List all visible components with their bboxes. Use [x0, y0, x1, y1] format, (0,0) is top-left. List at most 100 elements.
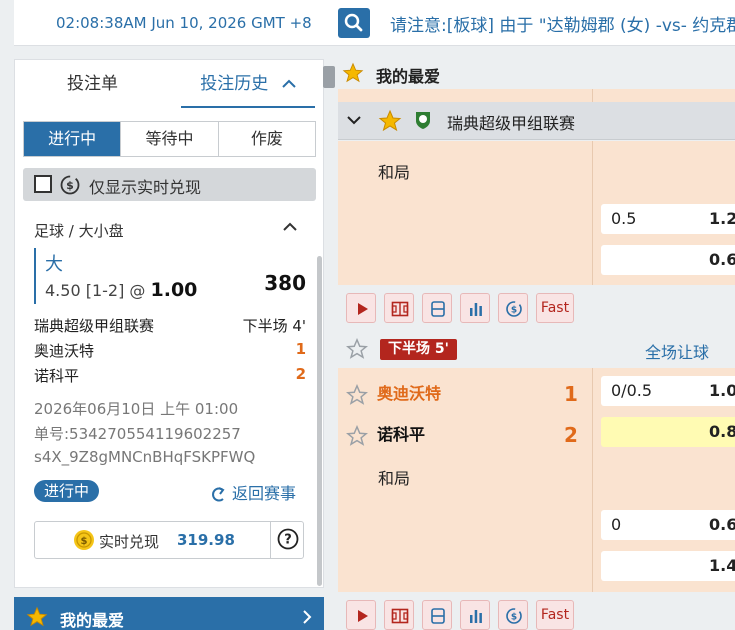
odds-button[interactable]: 0 0.6: [601, 510, 735, 540]
chevron-up-icon[interactable]: [282, 220, 298, 232]
cashout-filter-label: 仅显示实时兑现: [89, 178, 202, 197]
bet-away-score: 2: [295, 365, 306, 383]
svg-text:?: ?: [284, 533, 292, 548]
favorites-nav[interactable]: 我的最爱: [14, 597, 324, 630]
odds-column: [592, 89, 735, 102]
cashout-toolbar-button[interactable]: $: [498, 600, 528, 630]
bet-panel: 投注单 投注历史 进行中 等待中 作废 $ 仅显示实时兑现 足球 / 大小盘 大…: [14, 59, 324, 588]
svg-text:$: $: [81, 536, 88, 547]
bet-period: 下半场 4': [242, 317, 306, 335]
bet-home-row: 奥迪沃特 1: [34, 340, 306, 361]
odds-price: 0.6: [709, 515, 735, 534]
chevron-down-icon[interactable]: [346, 113, 362, 127]
search-icon: [344, 13, 363, 32]
match-1: 和局 0.5 1.2 0.6: [338, 141, 735, 285]
league-name: 瑞典超级甲组联赛: [447, 114, 576, 133]
bet-sport-market: 足球 / 大小盘: [34, 222, 124, 240]
pitch-icon: [391, 301, 409, 317]
search-button[interactable]: [338, 8, 370, 38]
stats-button[interactable]: [460, 293, 490, 323]
cashout-toolbar-button[interactable]: $: [498, 293, 528, 323]
match-2-odds: 0/0.5 1.0 0.8 0 0.6 1.4: [592, 368, 735, 592]
bet-pick: 大: [45, 254, 63, 275]
fast-market-button[interactable]: Fast: [536, 600, 574, 630]
odds-button[interactable]: 1.4: [601, 551, 735, 581]
panel-resize-handle[interactable]: [323, 66, 335, 88]
svg-text:$: $: [511, 306, 517, 316]
cashout-button[interactable]: $ 实时兑现 319.98: [35, 522, 271, 558]
cashout-widget: $ 实时兑现 319.98 ?: [34, 521, 304, 559]
odds-price: 1.0: [709, 381, 735, 400]
clock: 02:08:38AM Jun 10, 2026 GMT +8: [56, 14, 312, 32]
chevron-right-icon: [303, 610, 312, 624]
star-icon: [342, 62, 364, 83]
announcement-marquee[interactable]: 请注意:[板球] 由于 "达勒姆郡 (女) -vs- 约克郡: [390, 11, 735, 36]
star-outline-icon[interactable]: [346, 338, 368, 360]
bet-stake: 380: [264, 271, 306, 295]
help-icon[interactable]: ?: [277, 528, 299, 550]
star-outline-icon[interactable]: [346, 424, 368, 447]
away-team: 诺科平: [346, 421, 425, 447]
panel-scrollbar[interactable]: [317, 256, 322, 586]
bet-card: 大 4.50 [1-2] @ 1.00 380: [34, 248, 310, 304]
cashout-filter[interactable]: $ 仅显示实时兑现: [23, 168, 316, 201]
bet-datetime: 2026年06月10日 上午 01:00: [34, 400, 239, 418]
match-2-toolbar: $ Fast: [338, 595, 735, 630]
odds-price: 1.2: [709, 209, 735, 228]
lineup-button[interactable]: [422, 600, 452, 630]
handicap-line: 0/0.5: [611, 381, 653, 400]
odds-button[interactable]: 0.6: [601, 245, 735, 275]
favorites-nav-label: 我的最爱: [60, 611, 125, 630]
return-arrow-icon: [212, 486, 225, 501]
bet-odds: 4.50 [1-2] @ 1.00: [45, 279, 198, 301]
bet-home-score: 1: [295, 340, 306, 358]
lineup-icon: [431, 608, 445, 624]
chevron-up-icon: [281, 79, 296, 88]
stats-button[interactable]: [460, 600, 490, 630]
cashout-filter-checkbox[interactable]: [34, 175, 52, 193]
home-score: 1: [564, 382, 578, 406]
odds-button[interactable]: 0.8: [601, 417, 735, 447]
status-segment: 进行中 等待中 作废: [23, 121, 316, 157]
svg-text:$: $: [66, 179, 74, 192]
tab-bet-history[interactable]: 投注历史: [181, 60, 315, 108]
bet-away-row: 诺科平 2: [34, 365, 306, 386]
home-team: 奥迪沃特: [346, 380, 441, 406]
star-outline-icon[interactable]: [346, 383, 368, 406]
field-view-button[interactable]: [384, 293, 414, 323]
cashout-icon: $: [506, 301, 522, 317]
bar-chart-icon: [470, 610, 482, 623]
tab-void[interactable]: 作废: [219, 122, 315, 156]
pitch-icon: [391, 608, 409, 624]
fast-market-button[interactable]: Fast: [536, 293, 574, 323]
tab-betslip[interactable]: 投注单: [15, 60, 170, 108]
match-1-odds: 0.5 1.2 0.6: [592, 141, 735, 285]
bar-chart-icon: [470, 303, 482, 316]
league-badge-icon: [416, 112, 430, 129]
lineup-button[interactable]: [422, 293, 452, 323]
bet-away-team: 诺科平: [34, 367, 80, 385]
cashout-value: 319.98: [177, 531, 235, 549]
field-view-button[interactable]: [384, 600, 414, 630]
favorites-title: 我的最爱: [376, 67, 441, 86]
tab-pending[interactable]: 等待中: [121, 122, 219, 156]
live-period-badge: 下半场 5': [380, 339, 457, 360]
lineup-icon: [431, 301, 445, 317]
bet-home-team: 奥迪沃特: [34, 342, 95, 360]
live-stream-button[interactable]: [346, 600, 376, 630]
odds-button[interactable]: 0/0.5 1.0: [601, 376, 735, 406]
bet-ticket-number: 单号:534270554119602257: [34, 425, 241, 443]
tab-running[interactable]: 进行中: [24, 122, 122, 156]
play-icon: [358, 610, 368, 622]
favorites-header: 我的最爱: [336, 59, 735, 89]
back-to-event-link[interactable]: 返回赛事: [208, 480, 296, 504]
draw-label: 和局: [378, 469, 411, 488]
play-icon: [358, 303, 368, 315]
live-stream-button[interactable]: [346, 293, 376, 323]
svg-text:$: $: [511, 613, 517, 623]
odds-button[interactable]: 0.5 1.2: [601, 204, 735, 234]
star-icon[interactable]: [378, 109, 402, 133]
cashout-icon: $: [60, 175, 80, 195]
league-header: 瑞典超级甲组联赛: [338, 102, 735, 140]
market-label: 全场让球: [645, 343, 710, 362]
